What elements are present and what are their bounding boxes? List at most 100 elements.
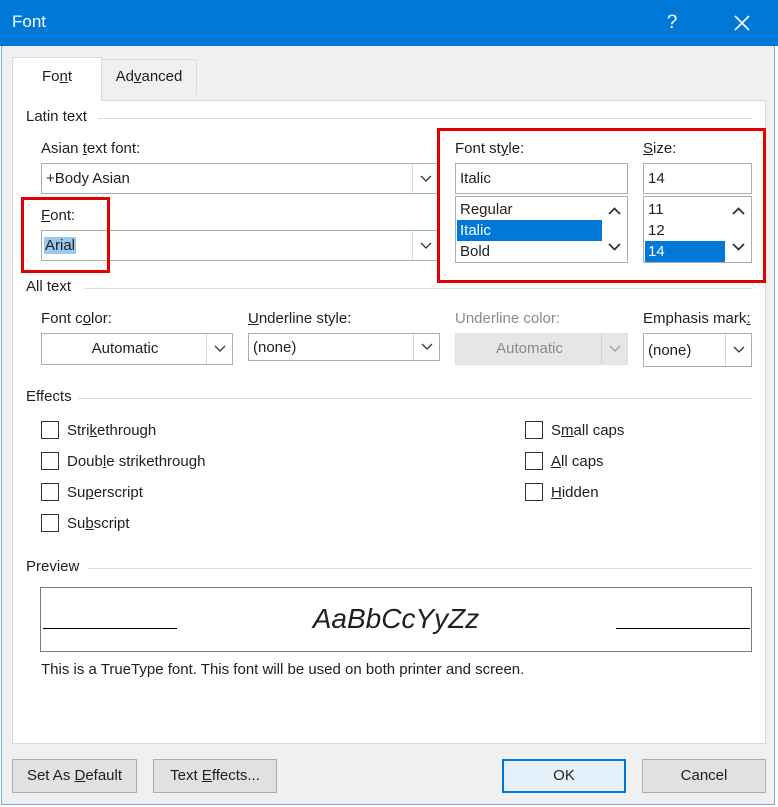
tab-advanced-label-pre: Ad [115,68,134,85]
font-style-option-regular[interactable]: Regular [457,199,603,220]
chevron-down-icon [609,345,621,352]
emphasis-mark-label: Emphasis mark: [643,310,751,327]
tab-advanced[interactable]: Advanced [101,59,197,95]
label-pre: S [551,422,562,439]
set-as-default-button[interactable]: Set As Default [12,759,137,793]
chevron-down-icon[interactable] [608,243,621,251]
subscript-checkbox[interactable]: Subscript [41,514,241,536]
font-style-scrollbar[interactable] [602,197,627,262]
emphasis-mark-combo[interactable]: (none) [643,333,752,367]
window-title: Font [12,12,47,31]
checkbox-box[interactable] [525,452,543,470]
font-style-option-bold[interactable]: Bold [457,241,603,262]
latin-font-combo[interactable]: Arial [41,230,439,261]
label-post: idden [561,484,599,501]
ok-button[interactable]: OK [502,759,626,793]
chevron-down-icon [420,242,432,249]
preview-sample-text: AaBbCcYyZz [312,603,480,634]
asian-font-dropdown-button[interactable] [412,164,438,193]
chevron-up-icon[interactable] [732,207,745,215]
underline-style-label: Underline style: [248,310,351,327]
style-label-pre: Font st [455,140,501,157]
label-post: e strikethrough [106,453,206,470]
strikethrough-checkbox[interactable]: Strikethrough [41,421,241,443]
subscript-label[interactable]: Subscript [67,514,130,533]
btn-label-accel: E [201,767,212,784]
text-effects-button[interactable]: Text Effects... [153,759,277,793]
checkbox-box[interactable] [41,421,59,439]
chevron-down-icon [214,345,226,352]
label-pre: Su [67,484,86,501]
strikethrough-label[interactable]: Strikethrough [67,421,156,440]
underline-color-label: Underline color: [455,310,561,327]
label-post: ethrough [97,422,157,439]
font-size-scrollbar[interactable] [726,197,751,262]
underline-label-post: nderline style: [258,310,352,327]
cancel-button[interactable]: Cancel [642,759,766,793]
latin-font-dropdown-button[interactable] [412,231,438,260]
font-size-input[interactable]: 14 [643,163,752,194]
font-color-combo[interactable]: Automatic [41,333,233,365]
font-size-option[interactable]: 11 [645,199,725,220]
all-caps-checkbox[interactable]: All caps [525,452,725,474]
all-caps-label[interactable]: All caps [551,452,604,471]
font-size-option[interactable]: 12 [645,220,725,241]
latin-divider [98,118,752,119]
label-pre: Stri [67,422,90,439]
small-caps-label[interactable]: Small caps [551,421,624,440]
label-post: all caps [573,422,625,439]
chevron-down-icon [733,346,745,353]
asian-label-post: ext font: [86,140,141,157]
font-style-input[interactable]: Italic [455,163,628,194]
label-accel: k [89,422,98,439]
double-strikethrough-checkbox[interactable]: Double strikethrough [41,452,261,474]
checkbox-box[interactable] [525,483,543,501]
asian-font-combo[interactable]: +Body Asian [41,163,439,194]
help-button[interactable]: ? [654,8,690,38]
btn-label-post: efault [85,767,123,784]
emphasis-label-pre: Emphasis mark [643,310,747,327]
emphasis-mark-dropdown-button[interactable] [725,334,751,366]
tab-font[interactable]: Font [12,57,102,101]
font-style-list[interactable]: Regular Italic Bold [455,196,628,263]
label-post: erscript [93,484,143,501]
checkbox-box[interactable] [41,452,59,470]
checkbox-box[interactable] [525,421,543,439]
superscript-label[interactable]: Superscript [67,483,143,502]
underline-style-dropdown-button[interactable] [413,334,439,360]
font-style-option-italic[interactable]: Italic [457,220,603,241]
all-text-header: All text [26,278,72,295]
tab-font-label-accel: n [59,68,68,85]
underline-style-value: (none) [253,339,297,356]
font-size-list[interactable]: 11 12 14 [643,196,752,263]
preview-box: AaBbCcYyZz [40,587,752,652]
hidden-label[interactable]: Hidden [551,483,599,502]
underline-color-dropdown-button [601,334,627,364]
underline-color-value: Automatic [496,340,563,357]
effects-header: Effects [26,388,72,405]
emphasis-mark-value: (none) [648,342,692,359]
font-size-option-selected[interactable]: 14 [645,241,725,262]
preview-header: Preview [26,558,80,575]
font-style-value: Italic [460,170,491,187]
hidden-checkbox[interactable]: Hidden [525,483,725,505]
font-size-value: 14 [648,170,665,187]
double-strikethrough-label[interactable]: Double strikethrough [67,452,205,471]
latin-text-header: Latin text [26,108,87,125]
chevron-down-icon[interactable] [732,243,745,251]
superscript-checkbox[interactable]: Superscript [41,483,241,505]
tab-advanced-label-post: anced [141,68,183,85]
label-accel: m [561,422,574,439]
underline-style-combo[interactable]: (none) [248,333,440,361]
close-button[interactable] [724,6,760,40]
title-bar: Font ? [0,0,778,46]
checkbox-box[interactable] [41,514,59,532]
help-icon: ? [666,12,678,33]
checkbox-box[interactable] [41,483,59,501]
small-caps-checkbox[interactable]: Small caps [525,421,725,443]
chevron-up-icon[interactable] [608,207,621,215]
tab-font-label-pre: Fo [41,68,60,85]
font-color-dropdown-button[interactable] [206,334,232,364]
color-label-pre: Font c [41,310,83,327]
preview-divider [88,568,752,569]
